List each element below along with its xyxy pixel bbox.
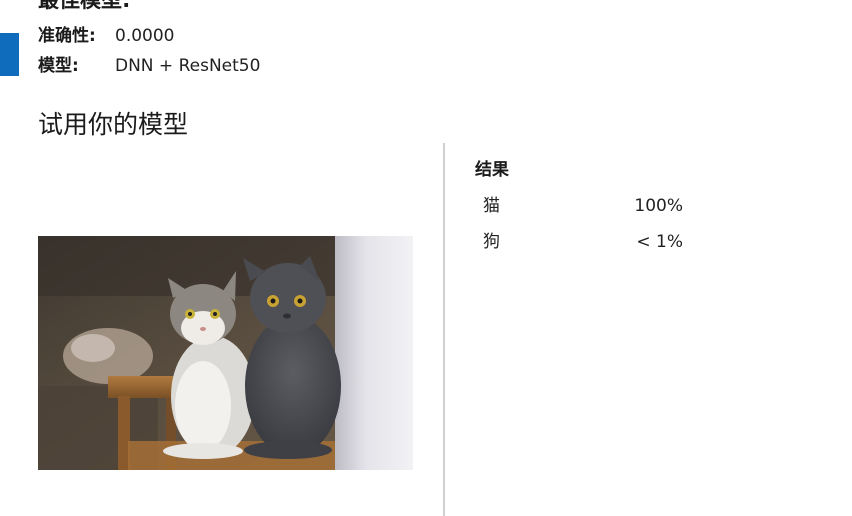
- cats-photo[interactable]: [38, 236, 413, 470]
- result-name: 猫: [483, 196, 500, 216]
- two-cats-photo-icon: [38, 236, 413, 470]
- result-name: 狗: [483, 232, 500, 252]
- result-row-dog: 狗 < 1%: [483, 229, 703, 255]
- accuracy-value: 0.0000: [115, 26, 175, 46]
- result-value: 100%: [634, 196, 683, 216]
- model-results-page: 最佳模型: 准确性: 0.0000 模型: DNN + ResNet50 试用你…: [0, 0, 852, 516]
- try-model-title: 试用你的模型: [38, 110, 189, 139]
- best-model-heading: 最佳模型:: [38, 0, 131, 12]
- result-value: < 1%: [636, 232, 683, 252]
- accuracy-label: 准确性:: [38, 26, 96, 46]
- results-label: 结果: [475, 160, 509, 180]
- result-row-cat: 猫 100%: [483, 193, 703, 219]
- model-label: 模型:: [38, 56, 79, 76]
- selection-accent-bar: [0, 33, 19, 76]
- vertical-divider: [443, 143, 445, 516]
- model-value: DNN + ResNet50: [115, 56, 261, 76]
